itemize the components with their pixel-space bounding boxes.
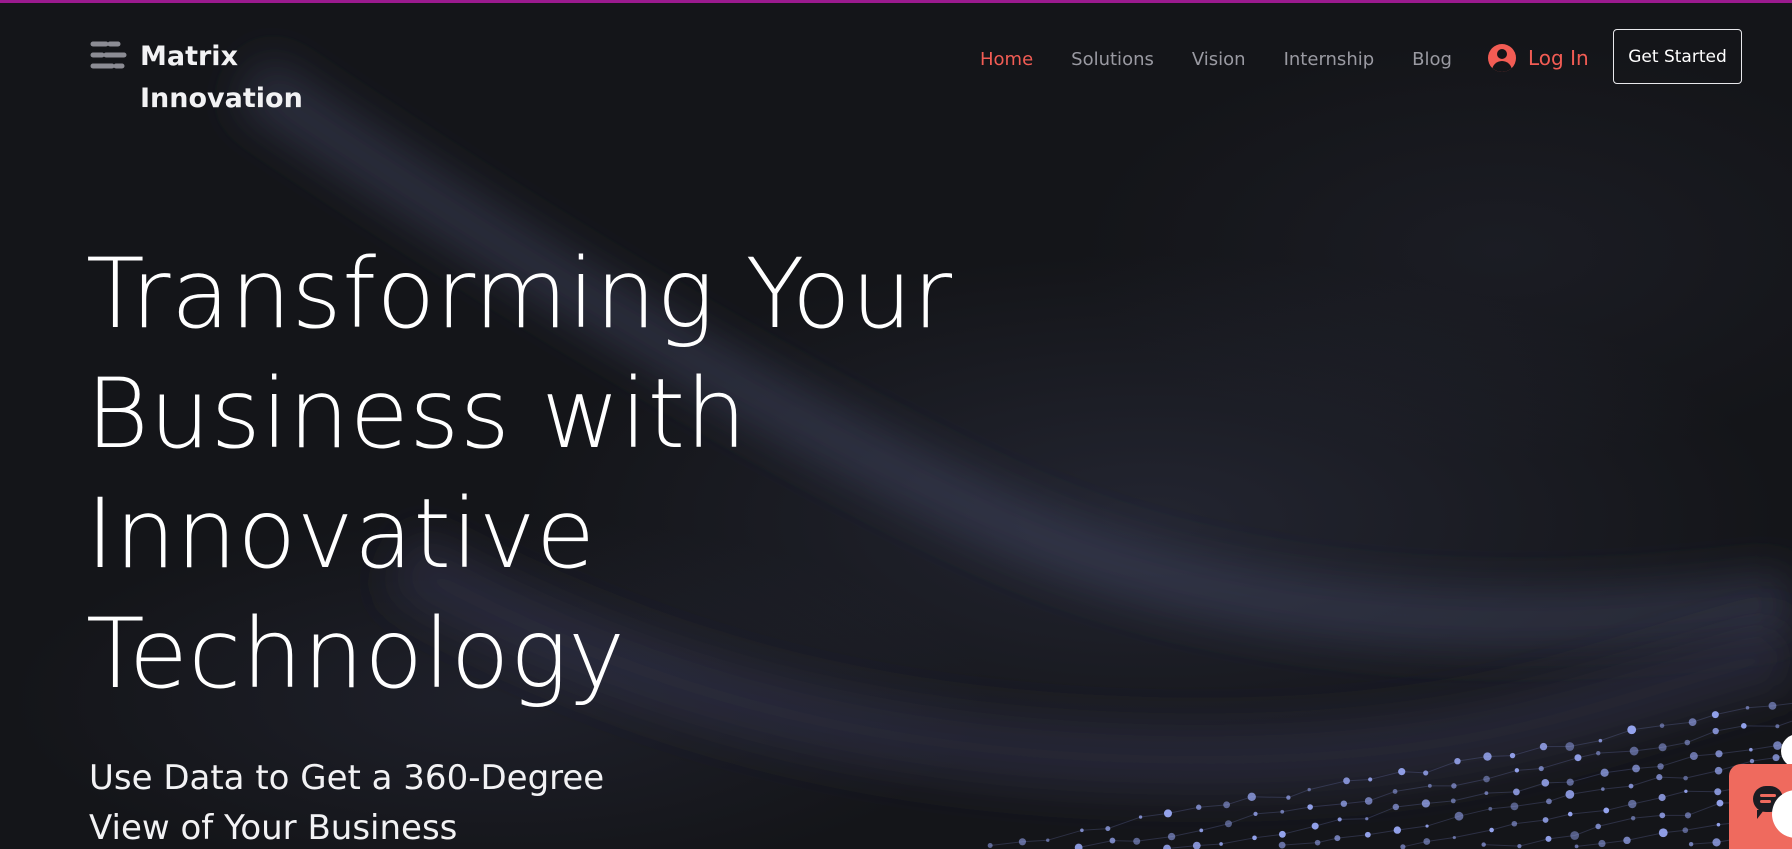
get-started-button[interactable]: Get Started bbox=[1613, 29, 1742, 84]
hero-title-line: Innovative bbox=[86, 478, 596, 590]
hero-subtitle-line: Use Data to Get a 360-Degree bbox=[89, 758, 605, 798]
brand-name-line1: Matrix bbox=[140, 41, 238, 72]
brand-name: Matrix Innovation bbox=[140, 36, 303, 120]
hero-title: Transforming Your Business with Innovati… bbox=[86, 234, 1186, 714]
hero-title-line: Business with bbox=[86, 358, 748, 470]
login-button[interactable]: Log In bbox=[1488, 38, 1589, 78]
nav-solutions[interactable]: Solutions bbox=[1071, 49, 1154, 70]
hero-title-line: Transforming Your bbox=[86, 238, 953, 350]
nav-vision[interactable]: Vision bbox=[1192, 49, 1246, 70]
hero-subtitle-line: View of Your Business bbox=[89, 808, 458, 848]
nav-blog[interactable]: Blog bbox=[1412, 49, 1452, 70]
nav-home[interactable]: Home bbox=[980, 49, 1033, 70]
hero-subtitle: Use Data to Get a 360-Degree View of You… bbox=[89, 753, 729, 849]
brand-name-line2: Innovation bbox=[140, 83, 303, 114]
page: Matrix Innovation Home Solutions Vision … bbox=[0, 0, 1792, 849]
main-nav: Home Solutions Vision Internship Blog bbox=[980, 44, 1490, 74]
brand-logo[interactable]: Matrix Innovation bbox=[88, 36, 308, 126]
particle-mesh-graphic bbox=[987, 701, 1792, 849]
user-circle-icon bbox=[1488, 44, 1516, 72]
matrix-logo-icon bbox=[90, 41, 127, 69]
nav-internship[interactable]: Internship bbox=[1284, 49, 1375, 70]
login-label: Log In bbox=[1528, 46, 1589, 70]
